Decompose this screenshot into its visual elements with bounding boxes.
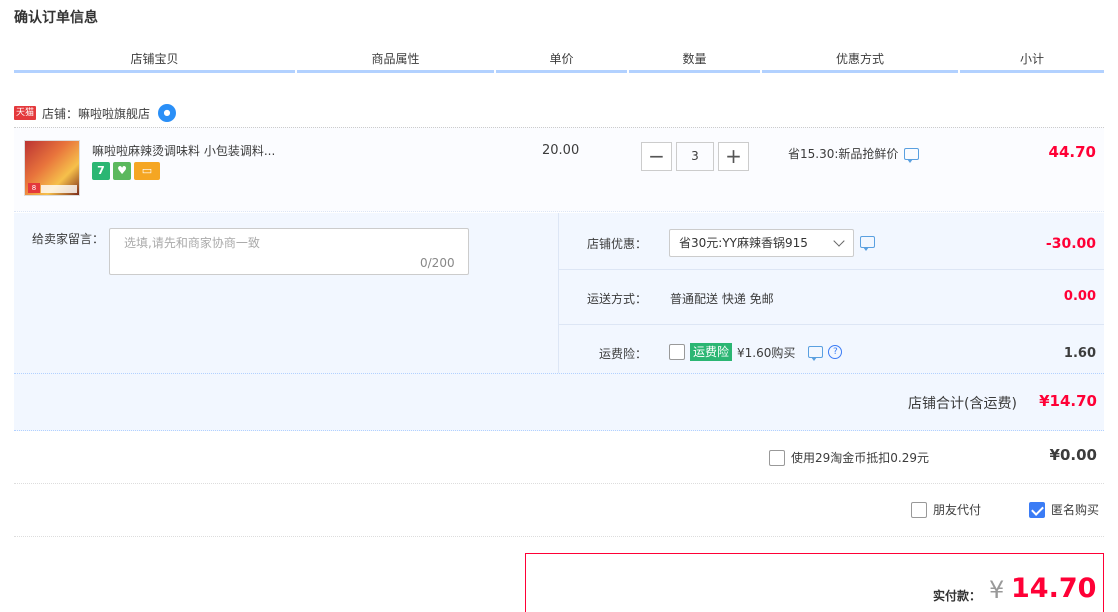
taobao-coins-checkbox[interactable] xyxy=(769,449,785,466)
item-subtotal: 44.70 xyxy=(1048,143,1096,161)
dotted-divider xyxy=(14,536,1104,537)
column-header-subtotal: 小计 xyxy=(960,50,1104,73)
item-promotion: 省15.30:新品抢鲜价 xyxy=(788,145,920,163)
shipping-method: 普通配送 快递 免邮 xyxy=(670,292,774,306)
shipping-label: 运送方式： xyxy=(586,292,647,306)
dotted-divider xyxy=(14,483,1104,484)
quantity-stepper: − 3 + xyxy=(641,142,749,171)
column-header-attributes: 商品属性 xyxy=(297,50,494,73)
product-name-link[interactable]: 嘛啦啦麻辣烫调味料 小包装调料... xyxy=(92,142,292,159)
quantity-decrease-button[interactable]: − xyxy=(641,142,672,171)
column-header-quantity: 数量 xyxy=(629,50,760,73)
shop-total-value: ¥14.70 xyxy=(1039,392,1097,410)
insurance-chat-icon[interactable] xyxy=(808,346,824,361)
shop-discount-selected: 省30元:YY麻辣香锅915 xyxy=(679,236,808,250)
page-title: 确认订单信息 xyxy=(14,10,98,26)
taobao-coins-value: ¥0.00 xyxy=(1049,446,1097,464)
shipping-insurance-value: 1.60 xyxy=(1063,346,1096,361)
promotion-text: 省15.30:新品抢鲜价 xyxy=(788,147,899,161)
promo-chat-icon[interactable] xyxy=(904,147,920,163)
tmall-badge: 天猫 xyxy=(14,106,37,120)
shipping-insurance-price: ¥1.60购买 xyxy=(737,345,796,360)
shop-row: 天猫 店铺：嘛啦啦旗舰店 ● xyxy=(14,104,177,122)
shop-total-label: 店铺合计(含运费) xyxy=(908,396,1017,412)
shipping-insurance-option: 运费险 ¥1.60购买 ? xyxy=(669,343,843,361)
friend-pay-label: 朋友代付 xyxy=(933,503,982,517)
wangwang-chat-icon[interactable]: ● xyxy=(158,104,177,122)
thumb-strip xyxy=(41,185,77,193)
shipping-insurance-badge: 运费险 xyxy=(690,343,733,361)
chevron-down-icon xyxy=(833,235,845,247)
column-header-discount: 优惠方式 xyxy=(762,50,958,73)
discount-chat-icon[interactable] xyxy=(860,236,875,251)
help-icon[interactable]: ? xyxy=(828,345,843,359)
taobao-coins-label: 使用29淘金币抵扣0.29元 xyxy=(791,451,929,465)
product-thumbnail[interactable]: 8 xyxy=(24,140,80,196)
credit-card-icon[interactable]: ▭ xyxy=(134,162,160,180)
shipping-value: 0.00 xyxy=(1063,289,1096,304)
anonymous-purchase-checkbox[interactable] xyxy=(1029,501,1045,518)
taobao-coins-option: 使用29淘金币抵扣0.29元 xyxy=(769,449,929,466)
quantity-input[interactable]: 3 xyxy=(676,142,714,171)
shop-name-link[interactable]: 店铺：嘛啦啦旗舰店 xyxy=(42,105,150,122)
payment-label: 实付款： xyxy=(933,589,982,603)
service-icons: 7 ♥ ▭ xyxy=(92,162,160,180)
row-divider xyxy=(558,324,1104,325)
seller-message-label: 给卖家留言： xyxy=(32,232,105,246)
unit-price: 20.00 xyxy=(542,143,580,158)
shop-discount-value: -30.00 xyxy=(1045,236,1096,252)
column-header-unit-price: 单价 xyxy=(496,50,627,73)
anonymous-purchase-option: 匿名购买 xyxy=(1029,501,1099,518)
seller-message-counter: 0/200 xyxy=(420,256,455,270)
thumb-badge: 8 xyxy=(28,183,40,193)
seven-day-return-icon[interactable]: 7 xyxy=(92,162,110,180)
anonymous-purchase-label: 匿名购买 xyxy=(1051,503,1100,517)
item-row xyxy=(14,127,1104,212)
shop-discount-label: 店铺优惠： xyxy=(586,237,647,251)
friend-pay-option: 朋友代付 xyxy=(911,501,981,518)
guarantee-icon[interactable]: ♥ xyxy=(113,162,131,180)
payment-currency: ¥ xyxy=(989,576,1005,604)
shop-discount-select[interactable]: 省30元:YY麻辣香锅915 xyxy=(669,229,854,257)
friend-pay-checkbox[interactable] xyxy=(911,501,927,518)
payment-amount: 14.70 xyxy=(1011,573,1097,604)
shipping-insurance-checkbox[interactable] xyxy=(669,344,685,360)
column-header-shop-item: 店铺宝贝 xyxy=(14,50,295,73)
shipping-insurance-label: 运费险： xyxy=(598,347,647,361)
seller-message-placeholder: 选填,请先和商家协商一致 xyxy=(124,236,260,250)
row-divider xyxy=(558,269,1104,270)
quantity-increase-button[interactable]: + xyxy=(718,142,749,171)
